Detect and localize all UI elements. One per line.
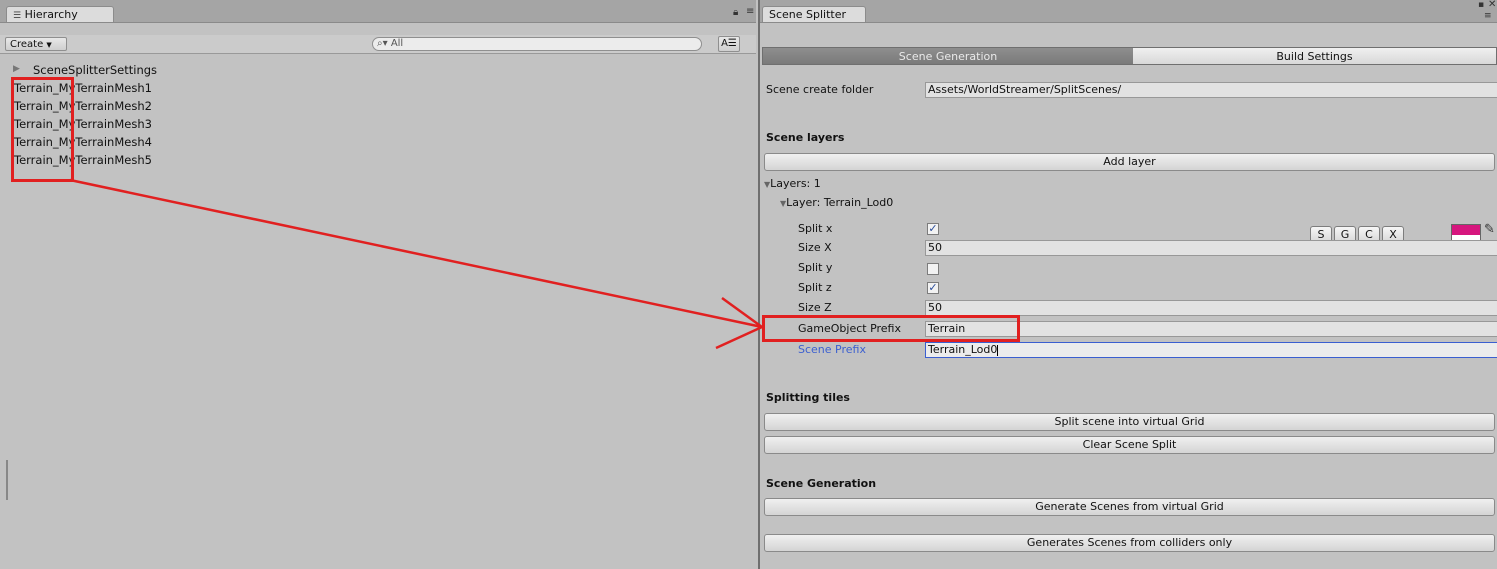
annotation-arrow [69, 178, 763, 350]
arrow-line [69, 178, 763, 329]
arrow-head-bottom [715, 325, 763, 350]
